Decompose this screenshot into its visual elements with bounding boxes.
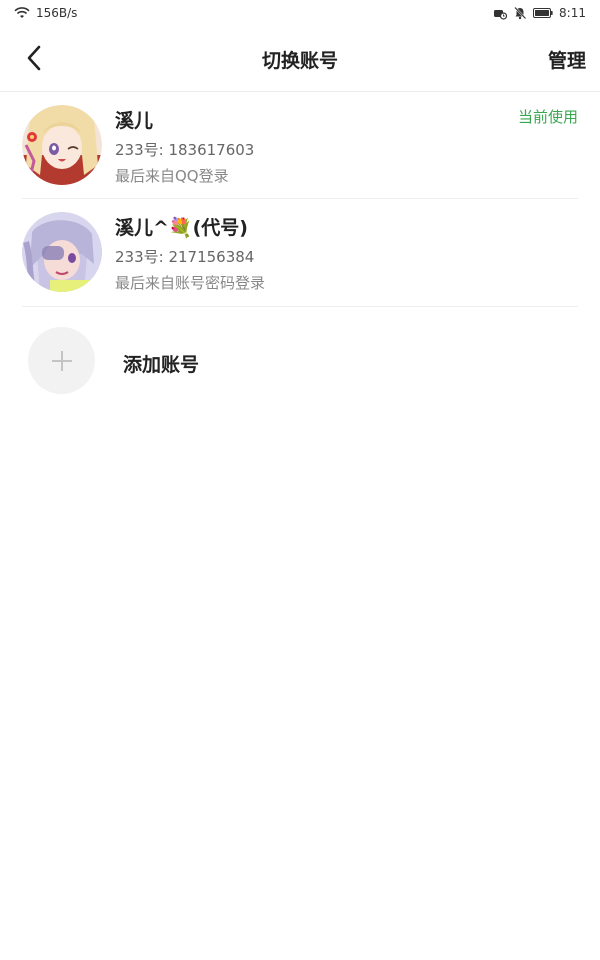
plus-icon (51, 350, 72, 371)
app-header: 切换账号 管理 (0, 26, 600, 91)
account-name: 溪儿 (115, 110, 154, 132)
vpn-icon (494, 10, 508, 20)
mute-icon (514, 6, 527, 20)
status-left: 156B/s (14, 5, 77, 21)
battery-icon (533, 8, 553, 18)
avatar (22, 105, 102, 185)
clock: 8:11 (559, 6, 586, 20)
avatar (22, 212, 102, 292)
status-right: 8:11 (493, 5, 586, 21)
add-account-button[interactable] (28, 327, 95, 394)
add-account-row[interactable]: 添加账号 (0, 307, 600, 407)
account-name: 溪儿^💐(代号) (115, 217, 248, 239)
add-account-label: 添加账号 (123, 354, 200, 376)
account-login-source: 最后来自账号密码登录 (115, 274, 266, 292)
status-bar: 156B/s 8:11 (0, 0, 600, 26)
account-id: 233号: 217156384 (115, 248, 255, 266)
account-item-2[interactable]: 溪儿^💐(代号) 233号: 217156384 最后来自账号密码登录 (0, 199, 600, 306)
wifi-icon (14, 7, 30, 18)
account-item-1[interactable]: 溪儿 233号: 183617603 最后来自QQ登录 当前使用 (0, 92, 600, 199)
network-speed: 156B/s (36, 6, 78, 20)
account-login-source: 最后来自QQ登录 (115, 167, 229, 185)
manage-button[interactable]: 管理 (548, 46, 586, 73)
page-title: 切换账号 (261, 50, 338, 72)
account-id: 233号: 183617603 (115, 141, 255, 159)
current-account-badge: 当前使用 (517, 108, 578, 126)
